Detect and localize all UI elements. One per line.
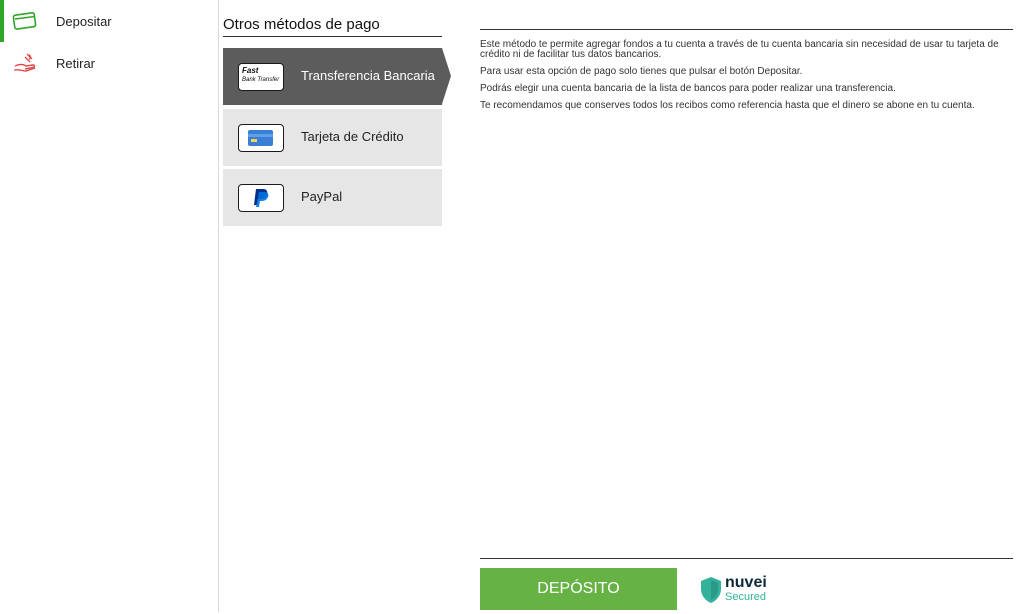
- card-icon: [11, 10, 39, 32]
- method-label: Tarjeta de Crédito: [301, 129, 404, 144]
- sidebar-item-label: Retirar: [56, 55, 96, 71]
- deposit-button[interactable]: DEPÓSITO: [480, 568, 677, 610]
- method-description: Este método te permite agregar fondos a …: [480, 40, 1000, 118]
- method-bank-transfer[interactable]: Fast Bank Transfer Transferencia Bancari…: [223, 48, 451, 105]
- active-arrow-indicator: [442, 48, 451, 104]
- fast-bank-transfer-logo: Fast Bank Transfer: [238, 63, 284, 91]
- sidebar-item-depositar[interactable]: Depositar: [0, 0, 218, 42]
- paypal-icon: [238, 184, 284, 212]
- fast-logo-subtext: Bank Transfer: [242, 77, 280, 83]
- method-label: Transferencia Bancaria: [301, 68, 435, 83]
- sidebar-item-retirar[interactable]: Retirar: [0, 42, 218, 84]
- nuvei-secured-badge: nuvei Secured: [700, 574, 780, 609]
- footer-divider: [480, 558, 1013, 559]
- description-paragraph: Este método te permite agregar fondos a …: [480, 39, 999, 60]
- description-paragraph: Podrás elegir una cuenta bancaria de la …: [480, 83, 896, 94]
- secured-label: Secured: [725, 591, 766, 603]
- fast-logo-text: Fast: [242, 66, 259, 75]
- content-divider: [480, 29, 1013, 30]
- method-paypal[interactable]: PayPal: [223, 169, 442, 226]
- hand-money-icon: [11, 52, 39, 74]
- description-paragraph: Para usar esta opción de pago solo tiene…: [480, 66, 803, 77]
- nuvei-logo-text: nuvei: [725, 574, 767, 591]
- credit-card-icon: [238, 124, 284, 152]
- shield-icon: [700, 576, 722, 609]
- description-paragraph: Te recomendamos que conserves todos los …: [480, 100, 975, 111]
- method-credit-card[interactable]: Tarjeta de Crédito: [223, 109, 442, 166]
- methods-title: Otros métodos de pago: [223, 16, 442, 37]
- sidebar-item-label: Depositar: [56, 13, 112, 29]
- sidebar: Depositar Retirar: [0, 0, 219, 612]
- method-label: PayPal: [301, 189, 343, 204]
